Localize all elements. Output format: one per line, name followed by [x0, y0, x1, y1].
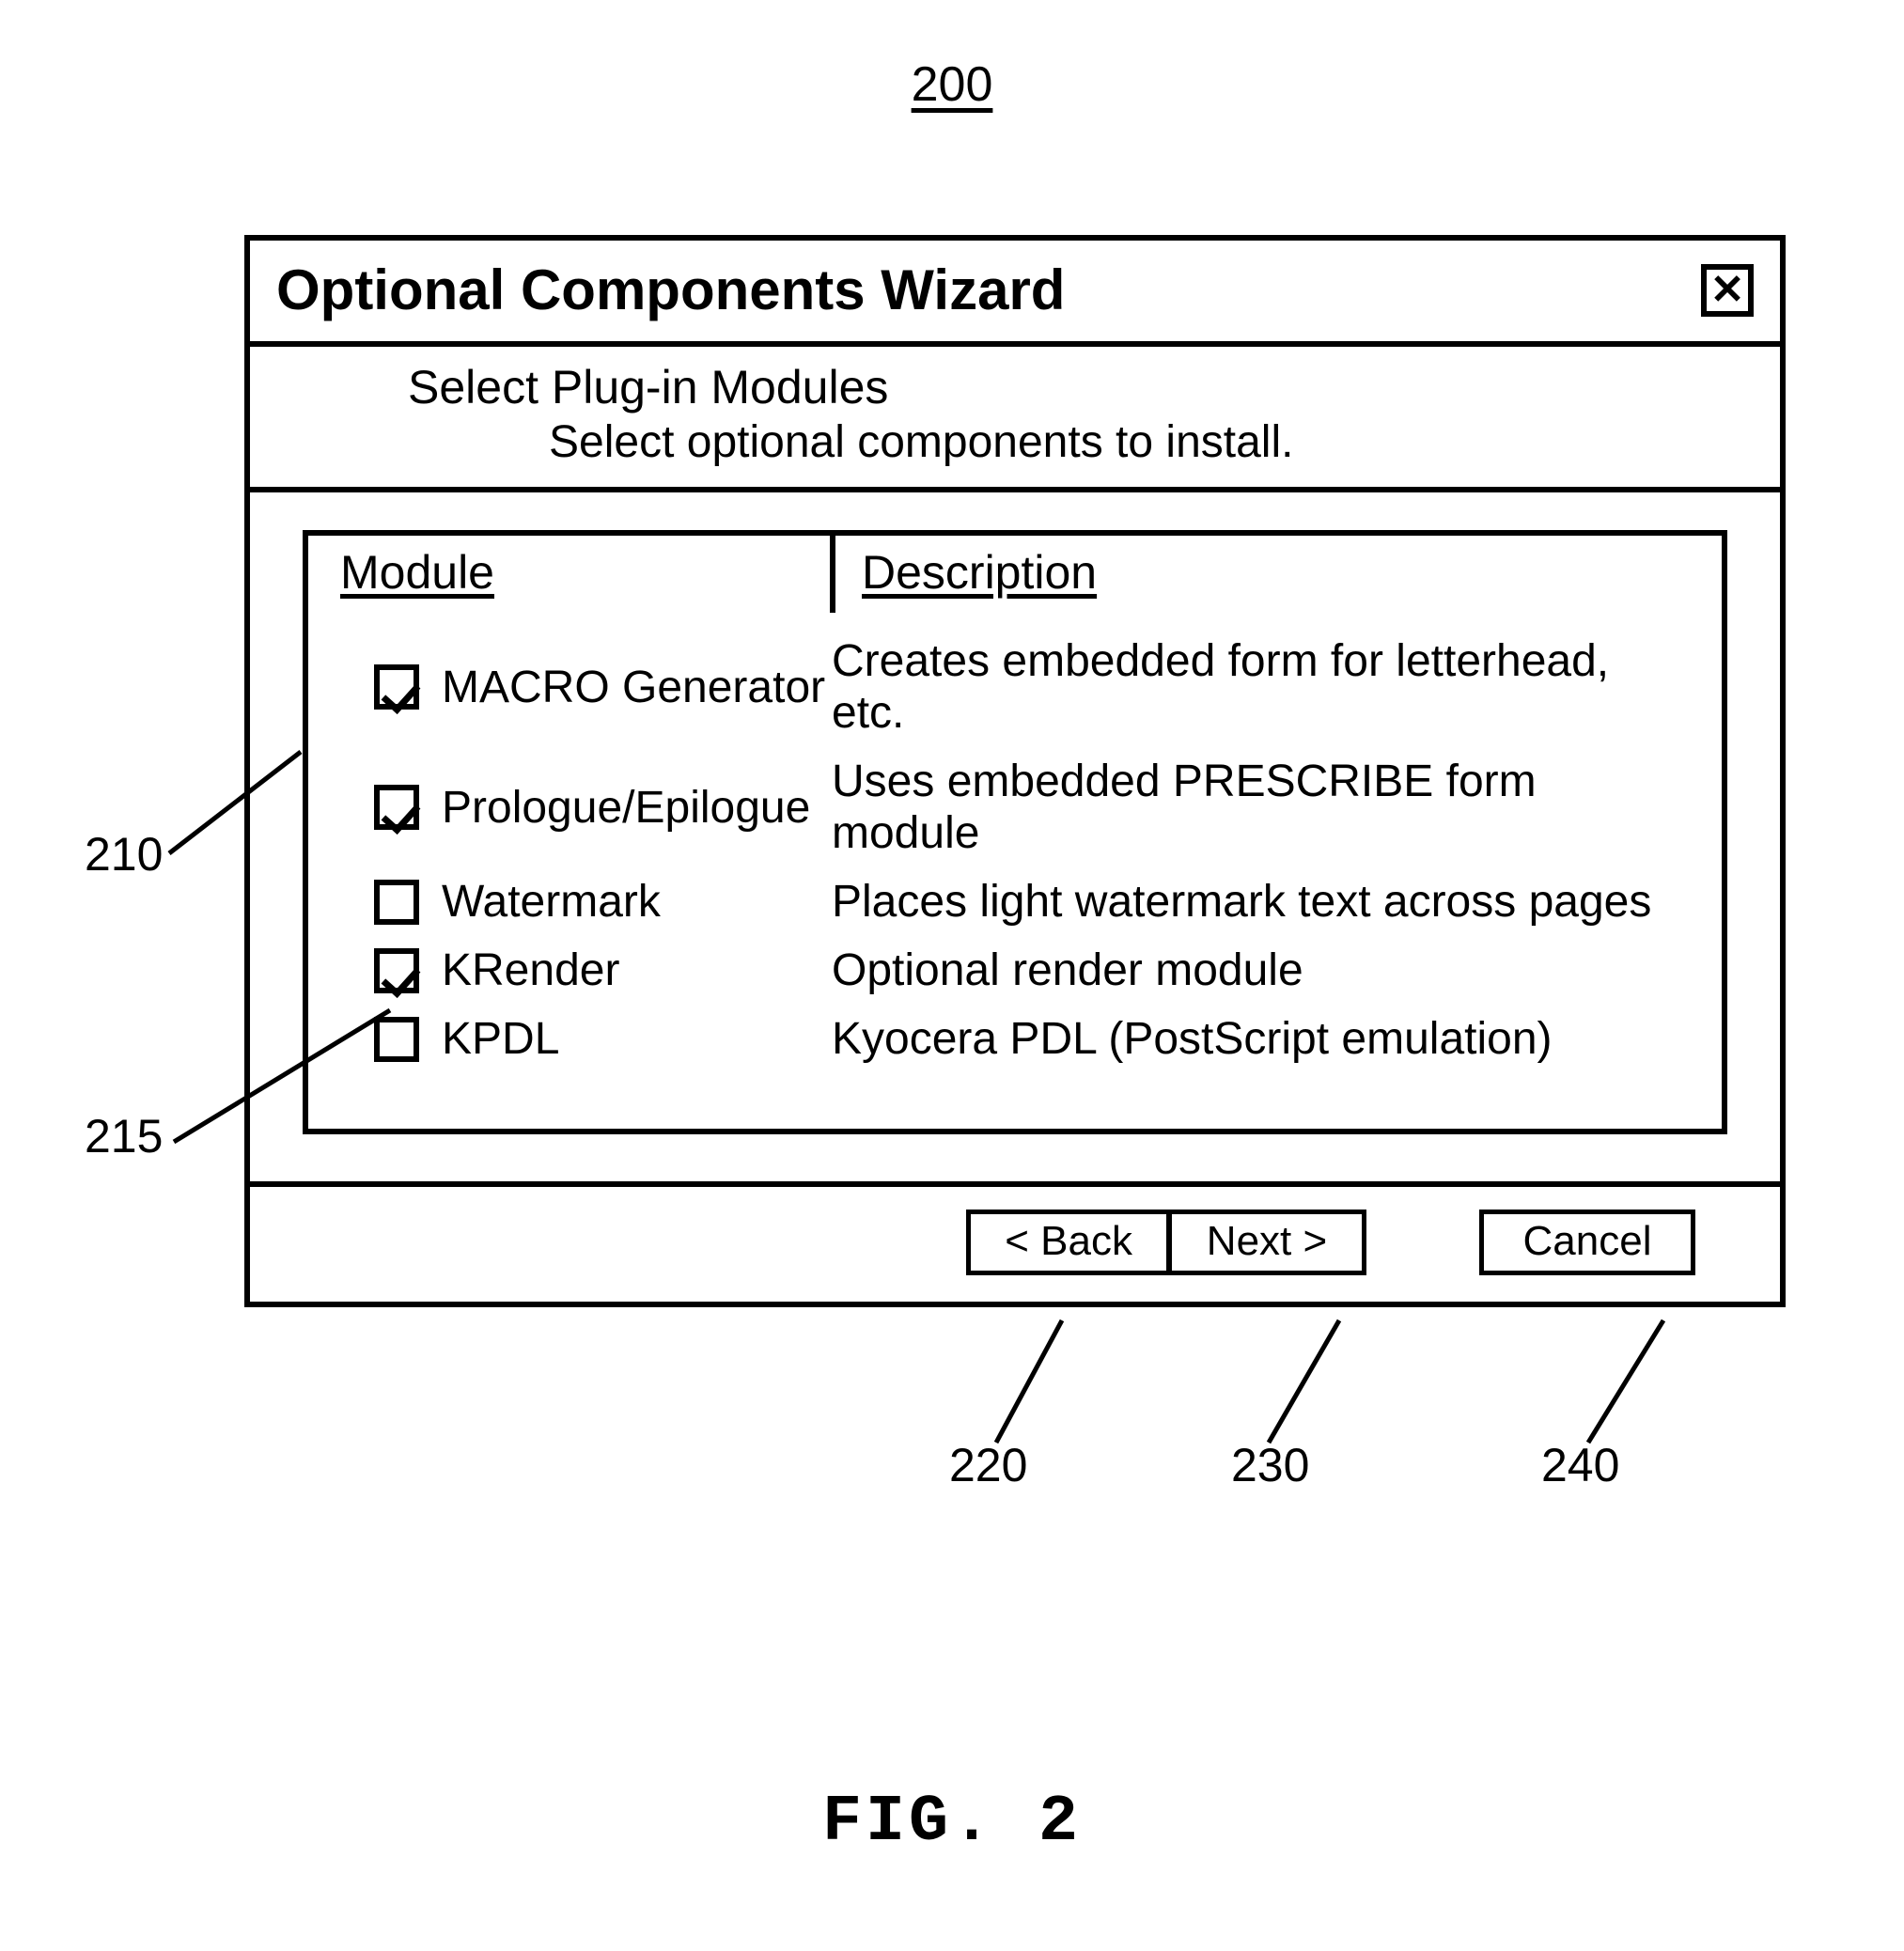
column-headers: Module Description — [308, 536, 1722, 609]
module-checkbox[interactable] — [374, 880, 419, 925]
module-row: Prologue/EpilogueUses embedded PRESCRIBE… — [374, 756, 1690, 859]
close-button[interactable]: ✕ — [1701, 264, 1754, 317]
column-header-module: Module — [308, 545, 830, 609]
titlebar: Optional Components Wizard ✕ — [250, 241, 1780, 347]
close-icon: ✕ — [1710, 270, 1745, 311]
callout-line-220 — [987, 1311, 1100, 1452]
module-checkbox[interactable] — [374, 1017, 419, 1062]
callout-label-220: 220 — [949, 1438, 1027, 1492]
callout-line-240 — [1579, 1311, 1692, 1452]
module-row: KPDLKyocera PDL (PostScript emulation) — [374, 1013, 1690, 1065]
module-row: KRenderOptional render module — [374, 944, 1690, 996]
module-description: Kyocera PDL (PostScript emulation) — [832, 1013, 1690, 1065]
module-checkbox[interactable] — [374, 785, 419, 830]
module-label: Watermark — [442, 876, 832, 928]
module-label: Prologue/Epilogue — [442, 782, 832, 834]
module-checkbox[interactable] — [374, 664, 419, 710]
next-button[interactable]: Next > — [1169, 1210, 1366, 1275]
module-checkbox[interactable] — [374, 948, 419, 993]
module-description: Uses embedded PRESCRIBE form module — [832, 756, 1690, 859]
wizard-footer: < Back Next > Cancel — [250, 1187, 1780, 1302]
subheader-desc: Select optional components to install. — [549, 416, 1754, 468]
module-description: Creates embedded form for letterhead, et… — [832, 635, 1690, 739]
module-row: MACRO GeneratorCreates embedded form for… — [374, 635, 1690, 739]
wizard-body: Module Description MACRO GeneratorCreate… — [250, 492, 1780, 1187]
module-label: KPDL — [442, 1013, 832, 1065]
subheader: Select Plug-in Modules Select optional c… — [250, 347, 1780, 492]
nav-button-group: < Back Next > — [966, 1210, 1366, 1275]
wizard-window: Optional Components Wizard ✕ Select Plug… — [244, 235, 1786, 1307]
callout-label-230: 230 — [1231, 1438, 1309, 1492]
callout-label-215: 215 — [85, 1109, 163, 1163]
back-button[interactable]: < Back — [966, 1210, 1169, 1275]
callout-label-210: 210 — [85, 827, 163, 882]
module-rows: MACRO GeneratorCreates embedded form for… — [308, 609, 1722, 1091]
column-header-description: Description — [830, 545, 1722, 609]
module-label: KRender — [442, 944, 832, 996]
cancel-button[interactable]: Cancel — [1479, 1210, 1695, 1275]
module-listbox: Module Description MACRO GeneratorCreate… — [303, 530, 1727, 1134]
module-description: Places light watermark text across pages — [832, 876, 1690, 928]
figure-caption: FIG. 2 — [822, 1786, 1082, 1860]
callout-line-230 — [1259, 1311, 1372, 1452]
figure-stage: 200 Optional Components Wizard ✕ Select … — [0, 0, 1904, 1951]
subheader-title: Select Plug-in Modules — [408, 360, 1754, 414]
figure-number: 200 — [912, 56, 993, 113]
module-row: WatermarkPlaces light watermark text acr… — [374, 876, 1690, 928]
module-description: Optional render module — [832, 944, 1690, 996]
module-label: MACRO Generator — [442, 662, 832, 713]
callout-label-240: 240 — [1541, 1438, 1619, 1492]
column-separator — [830, 536, 835, 613]
window-title: Optional Components Wizard — [276, 258, 1065, 322]
